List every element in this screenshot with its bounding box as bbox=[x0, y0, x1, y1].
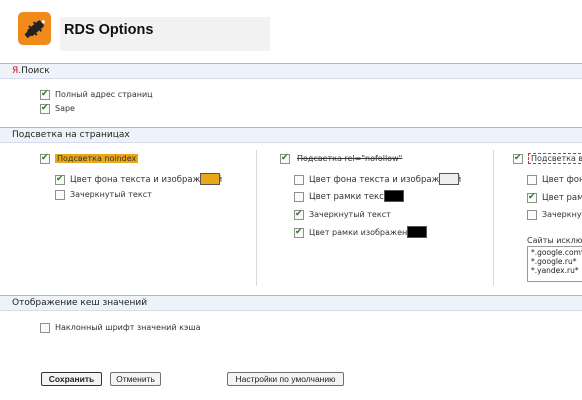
column-divider bbox=[256, 150, 257, 286]
cancel-button[interactable]: Отменить bbox=[110, 372, 161, 386]
defaults-button[interactable]: Настройки по умолчанию bbox=[227, 372, 344, 386]
checkbox[interactable] bbox=[280, 153, 290, 164]
checkbox[interactable] bbox=[527, 210, 537, 220]
checkbox[interactable] bbox=[513, 153, 523, 164]
color-swatch-nofollow-text-border[interactable] bbox=[384, 190, 404, 202]
header: RDS Options bbox=[0, 0, 582, 62]
color-swatch-nofollow-bg[interactable] bbox=[439, 173, 459, 185]
exclusion-line: *.google.ru* bbox=[531, 257, 577, 266]
save-button[interactable]: Сохранить bbox=[41, 372, 102, 386]
checkbox[interactable] bbox=[40, 89, 50, 100]
exclusions-label: Сайты исключ bbox=[527, 236, 582, 245]
checkbox[interactable] bbox=[55, 174, 65, 185]
rds-logo-icon bbox=[18, 12, 51, 45]
nonindex-label: Подсветка noindex bbox=[55, 154, 139, 163]
exclusion-line: *.google.com* bbox=[531, 248, 582, 257]
exclusion-line: *.yandex.ru* bbox=[531, 266, 579, 275]
section-highlight: Подсветка на страницах bbox=[0, 127, 582, 143]
column-divider bbox=[493, 150, 494, 286]
section-title: Отображение кеш значений bbox=[12, 298, 148, 308]
checkbox[interactable] bbox=[40, 323, 50, 333]
checkbox[interactable] bbox=[294, 175, 304, 185]
page-title: RDS Options bbox=[64, 22, 154, 38]
checkbox[interactable] bbox=[40, 103, 50, 114]
section-cache: Отображение кеш значений bbox=[0, 295, 582, 311]
section-title: Подсветка на страницах bbox=[12, 130, 130, 140]
exclusions-textarea[interactable]: *.google.com* *.google.ru* *.yandex.ru* bbox=[527, 246, 582, 282]
nofollow-label: Подсветка rel="nofollow" bbox=[297, 154, 403, 163]
checkbox[interactable] bbox=[294, 209, 304, 220]
section-yandex-search: Я.Поиск bbox=[0, 63, 582, 79]
color-swatch-nonindex-bg[interactable] bbox=[200, 173, 220, 185]
external-label: Подсветка вн bbox=[528, 153, 582, 164]
checkbox[interactable] bbox=[294, 192, 304, 202]
checkbox[interactable] bbox=[55, 190, 65, 200]
section-title: Я.Поиск bbox=[12, 66, 50, 76]
checkbox[interactable] bbox=[527, 175, 537, 185]
checkbox[interactable] bbox=[40, 153, 50, 164]
checkbox[interactable] bbox=[527, 192, 537, 203]
color-swatch-nofollow-img-border[interactable] bbox=[407, 226, 427, 238]
checkbox[interactable] bbox=[294, 227, 304, 238]
